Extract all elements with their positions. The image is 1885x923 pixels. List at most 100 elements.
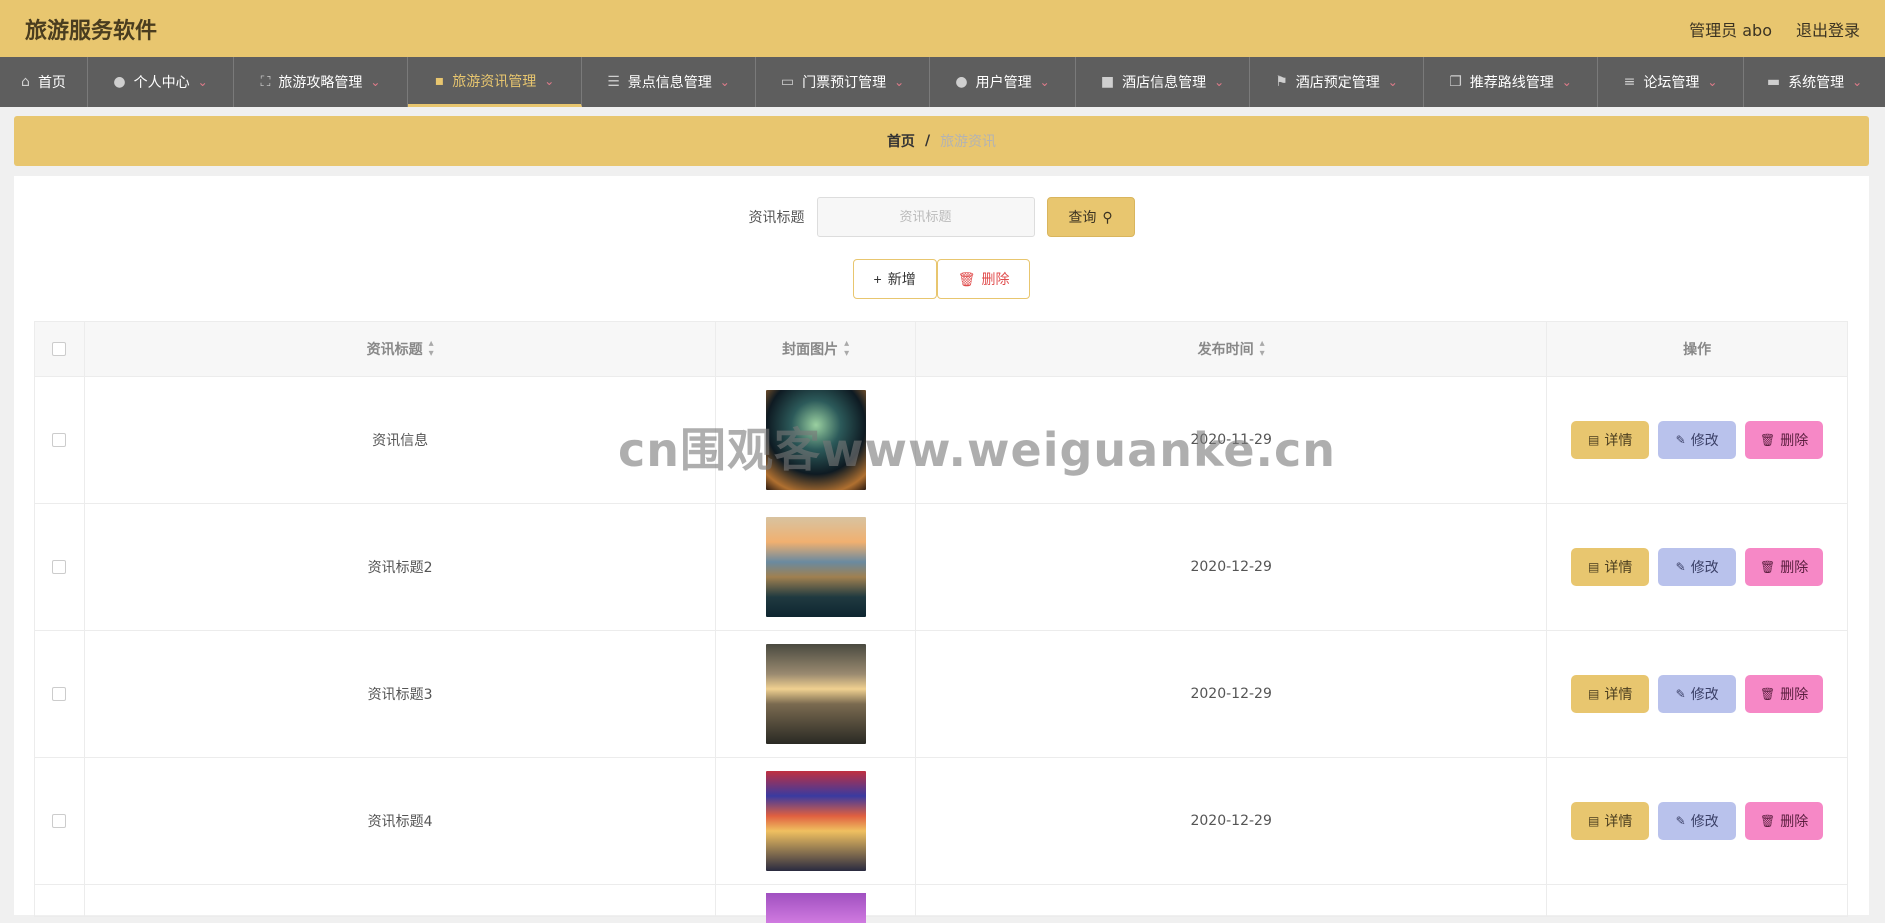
delete-button[interactable]: 🗑 删除: [1745, 548, 1824, 586]
edit-button[interactable]: ✎ 修改: [1658, 421, 1737, 459]
select-all-checkbox[interactable]: [52, 342, 67, 356]
news-table: 资讯标题 ▴ ▾ 封面图片 ▴ ▾ 发布时间 ▴ ▾ 操作 资讯信息 2020-11-…: [34, 321, 1848, 923]
detail-button[interactable]: ▤ 详情: [1571, 802, 1650, 840]
trash-icon: 🗑: [1760, 433, 1776, 447]
row-checkbox[interactable]: [52, 560, 67, 574]
cover-image: [765, 517, 866, 617]
sliders-icon: ☰: [607, 74, 620, 90]
nav-item-system[interactable]: ▬ 系统管理 ⌄: [1744, 57, 1885, 107]
detail-button[interactable]: ▤ 详情: [1571, 421, 1650, 459]
nav-label: 论坛管理: [1643, 75, 1700, 91]
nav-item-hotel-booking[interactable]: ⚑ 酒店预定管理 ⌄: [1250, 57, 1424, 107]
detail-label: 详情: [1604, 559, 1633, 575]
header-title[interactable]: 资讯标题 ▴ ▾: [85, 322, 717, 376]
nav-item-forum[interactable]: ≡ 论坛管理 ⌄: [1598, 57, 1744, 107]
table-row: [35, 885, 1847, 923]
nav-label: 用户管理: [975, 75, 1032, 91]
breadcrumb-home[interactable]: 首页: [887, 131, 915, 151]
header-check-cell: [35, 322, 85, 376]
edit-button[interactable]: ✎ 修改: [1658, 675, 1737, 713]
sort-icon: ▴ ▾: [428, 338, 434, 359]
detail-button[interactable]: ▤ 详情: [1571, 675, 1650, 713]
row-checkbox[interactable]: [52, 687, 67, 701]
trash-icon: 🗑: [1760, 814, 1776, 828]
nav-label: 旅游攻略管理: [278, 75, 363, 91]
trash-icon: 🗑: [957, 270, 976, 287]
row-ops: [1547, 885, 1847, 916]
row-title: 资讯标题3: [85, 631, 717, 757]
nav-item-home[interactable]: ⌂ 首页: [0, 57, 88, 107]
header-time-label: 发布时间: [1197, 342, 1254, 358]
query-button-label: 查询: [1068, 209, 1097, 225]
nav-item-users[interactable]: ● 用户管理 ⌄: [930, 57, 1076, 107]
header-right: 管理员 abo 退出登录: [1689, 17, 1860, 41]
row-time: 2020-11-29: [916, 377, 1548, 503]
header-cover-label: 封面图片: [782, 342, 839, 358]
nav-item-tickets[interactable]: ▭ 门票预订管理 ⌄: [756, 57, 930, 107]
delete-button[interactable]: 🗑 删除: [1745, 675, 1824, 713]
row-ops: ▤ 详情 ✎ 修改 🗑 删除: [1547, 631, 1847, 757]
add-button[interactable]: + 新增: [852, 259, 937, 299]
logout-link[interactable]: 退出登录: [1796, 17, 1860, 41]
edit-button[interactable]: ✎ 修改: [1658, 548, 1737, 586]
fullscreen-icon: ⛶: [260, 74, 271, 90]
edit-icon: ✎: [1675, 687, 1686, 701]
search-input[interactable]: [816, 197, 1035, 237]
nav-item-guides[interactable]: ⛶ 旅游攻略管理 ⌄: [234, 57, 408, 107]
edit-button[interactable]: ✎ 修改: [1658, 802, 1737, 840]
row-cover: [716, 377, 917, 503]
header-time[interactable]: 发布时间 ▴ ▾: [916, 322, 1548, 376]
header-cover[interactable]: 封面图片 ▴ ▾: [716, 322, 917, 376]
bulk-delete-button[interactable]: 🗑 删除: [936, 259, 1031, 299]
row-checkbox[interactable]: [52, 814, 67, 828]
row-check-cell: [35, 504, 85, 630]
trash-icon: 🗑: [1760, 687, 1776, 701]
breadcrumb-separator: /: [924, 133, 931, 149]
header-title-label: 资讯标题: [366, 342, 423, 358]
nav-item-routes[interactable]: ❐ 推荐路线管理 ⌄: [1424, 57, 1598, 107]
row-time: [916, 885, 1548, 916]
sort-icon: ▴ ▾: [1259, 338, 1265, 359]
cover-image: [765, 893, 866, 923]
chat-icon: ▭: [780, 74, 795, 90]
cover-image: [765, 390, 866, 490]
edit-icon: ✎: [1675, 433, 1686, 447]
menu-icon: ≡: [1623, 74, 1636, 90]
content-panel: 资讯标题 查询 ⚲ + 新增 🗑 删除 资讯标题 ▴▾ 封面图片: [14, 176, 1869, 923]
table-row: 资讯信息 2020-11-29 ▤ 详情 ✎ 修改 🗑 删除: [35, 377, 1847, 504]
chevron-down-icon: ⌄: [1561, 75, 1572, 89]
delete-button[interactable]: 🗑 删除: [1745, 421, 1824, 459]
nav-item-hotels[interactable]: ■ 酒店信息管理 ⌄: [1076, 57, 1250, 107]
row-time: 2020-12-29: [916, 631, 1548, 757]
detail-label: 详情: [1604, 686, 1633, 702]
breadcrumb-current: 旅游资讯: [940, 134, 997, 150]
document-icon: ▤: [1587, 433, 1600, 447]
nav-item-personal[interactable]: ● 个人中心 ⌄: [88, 57, 234, 107]
chevron-down-icon: ⌄: [1039, 75, 1050, 89]
row-title: 资讯信息: [85, 377, 717, 503]
chevron-down-icon: ⌄: [544, 73, 555, 88]
nav-label: 酒店信息管理: [1122, 75, 1207, 91]
table-row: 资讯标题4 2020-12-29 ▤ 详情 ✎ 修改 🗑 删除: [35, 758, 1847, 885]
delete-button[interactable]: 🗑 删除: [1745, 802, 1824, 840]
message-icon: ▬: [1766, 74, 1781, 90]
app-title: 旅游服务软件: [25, 18, 158, 44]
nav-label: 推荐路线管理: [1469, 75, 1554, 91]
nav-item-news[interactable]: ▪ 旅游资讯管理 ⌄: [408, 57, 582, 107]
document-icon: ▤: [1587, 687, 1600, 701]
header-ops: 操作: [1547, 322, 1847, 376]
query-button[interactable]: 查询 ⚲: [1046, 197, 1135, 237]
admin-label: 管理员 abo: [1689, 20, 1772, 40]
delete-label: 删除: [1780, 813, 1809, 829]
search-label: 资讯标题: [748, 210, 805, 226]
detail-button[interactable]: ▤ 详情: [1571, 548, 1650, 586]
box-icon: ■: [1100, 74, 1115, 90]
row-checkbox[interactable]: [52, 433, 67, 447]
chevron-down-icon: ⌄: [719, 75, 730, 89]
camera-icon: ▪: [434, 72, 445, 89]
home-icon: ⌂: [21, 74, 30, 90]
chevron-down-icon: ⌄: [894, 75, 905, 89]
nav-item-attractions[interactable]: ☰ 景点信息管理 ⌄: [582, 57, 756, 107]
delete-label: 删除: [1780, 686, 1809, 702]
edit-label: 修改: [1690, 813, 1719, 829]
